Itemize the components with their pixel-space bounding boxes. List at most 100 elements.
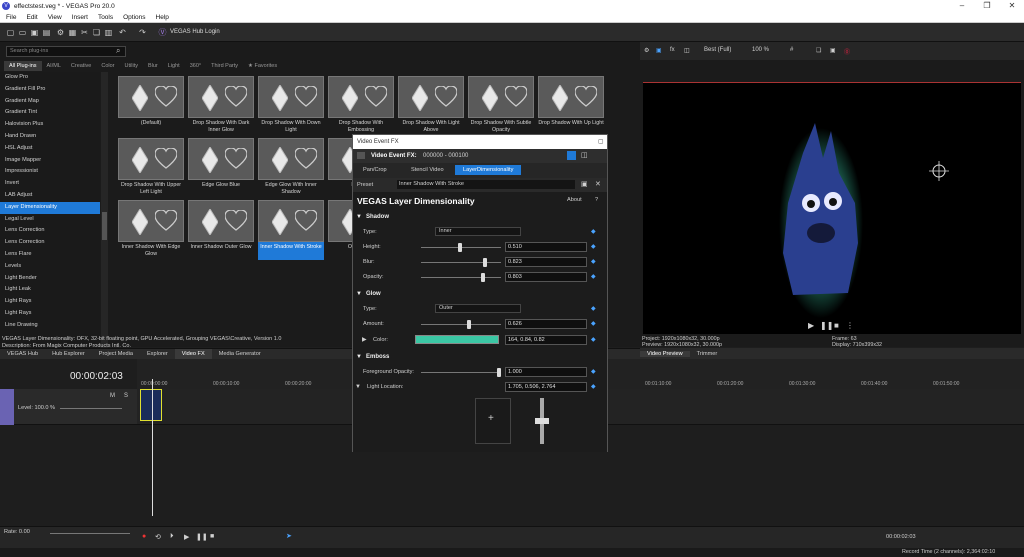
loop-icon[interactable]: ⟲ <box>155 533 161 541</box>
copy-snapshot-icon[interactable]: ❏ <box>816 47 821 54</box>
tab-explorer[interactable]: Explorer <box>140 349 175 360</box>
preset-thumbnail[interactable]: Drop Shadow With Up Light <box>538 76 604 136</box>
tab-media-generator[interactable]: Media Generator <box>212 349 268 360</box>
preview-quality-select[interactable]: Best (Full) <box>704 47 731 53</box>
shadow-type-select[interactable]: Inner <box>435 227 521 236</box>
glow-color-swatch[interactable] <box>415 335 499 344</box>
fx-dialog-close-icon[interactable]: ▢ <box>598 138 604 145</box>
plugin-list-item[interactable]: Levels <box>0 261 100 273</box>
plugin-list-item[interactable]: Invert <box>0 178 100 190</box>
plugin-search-input[interactable]: Search plug-ins <box>6 46 126 57</box>
close-icon[interactable]: ✕ <box>1000 0 1024 12</box>
foreground-opacity-slider[interactable] <box>421 368 501 377</box>
plugin-list-item[interactable]: Light Bender <box>0 273 100 285</box>
plugin-list-item[interactable]: Impressionist <box>0 166 100 178</box>
preview-screen[interactable] <box>643 82 1021 334</box>
timeline-pause-icon[interactable]: ❚❚ <box>196 533 208 541</box>
plugin-list-item[interactable]: Light Leak <box>0 284 100 296</box>
plugin-list-item[interactable]: HSL Adjust <box>0 143 100 155</box>
menu-help[interactable]: Help <box>156 14 169 21</box>
glow-section[interactable]: ▼ Glow <box>353 289 607 300</box>
menu-tools[interactable]: Tools <box>98 14 113 21</box>
help-button[interactable]: ? <box>595 197 598 203</box>
tab-video-preview[interactable]: Video Preview <box>640 350 690 357</box>
tab-light[interactable]: Light <box>163 61 185 71</box>
preset-thumbnail[interactable]: (Default) <box>118 76 184 136</box>
stop-icon[interactable]: ■ <box>834 321 839 330</box>
keyframe-icon[interactable]: ◆ <box>591 258 599 266</box>
track-level[interactable]: Level: 100.0 % <box>18 405 55 411</box>
plugin-list-scrollbar[interactable] <box>101 72 108 364</box>
plugin-list-item[interactable]: Image Mapper <box>0 155 100 167</box>
keyframe-icon[interactable]: ◆ <box>591 336 599 344</box>
open-folder-icon[interactable]: ▭ <box>18 28 27 37</box>
timeline-play-icon[interactable]: ▶ <box>184 533 189 541</box>
plugin-list-item[interactable]: Hand Drawn <box>0 131 100 143</box>
plugin-list-item[interactable]: Light Rays <box>0 296 100 308</box>
glow-color-field[interactable]: 164, 0.84, 0.82 <box>505 335 587 345</box>
menu-insert[interactable]: Insert <box>72 14 88 21</box>
expand-icon[interactable]: ▶ <box>362 336 367 343</box>
preset-thumbnail[interactable]: Edge Glow Blue <box>188 138 254 198</box>
preset-thumbnail[interactable]: Drop Shadow With Upper Left Light <box>118 138 184 198</box>
preset-thumbnail[interactable]: Drop Shadow With Subtle Opacity <box>468 76 534 136</box>
preset-thumbnail[interactable]: Inner Shadow Outer Glow <box>188 200 254 260</box>
maximize-icon[interactable]: ❐ <box>975 0 999 12</box>
preset-thumbnail[interactable]: Inner Shadow With Edge Glow <box>118 200 184 260</box>
tab-video-fx[interactable]: Video FX <box>174 348 212 360</box>
preset-thumbnail[interactable]: Edge Glow With Inner Shadow <box>258 138 324 198</box>
undo-icon[interactable]: ↶ <box>118 28 127 37</box>
play-icon[interactable]: ▶ <box>808 321 814 330</box>
hub-icon[interactable]: Ⓥ <box>158 28 167 37</box>
tab-hub-explorer[interactable]: Hub Explorer <box>45 349 92 360</box>
level-slider[interactable] <box>60 408 122 409</box>
keyframe-icon[interactable]: ◆ <box>591 368 599 376</box>
grid-icon[interactable]: # <box>790 47 793 53</box>
tab-third-party[interactable]: Third Party <box>206 61 243 71</box>
properties-icon[interactable]: ▦ <box>68 28 77 37</box>
shadow-height-slider[interactable] <box>421 243 501 252</box>
play-from-start-icon[interactable]: ⏵ <box>170 533 174 541</box>
external-monitor-icon[interactable]: ▣ <box>656 47 662 54</box>
light-depth-slider[interactable] <box>535 398 549 444</box>
shadow-opacity-slider[interactable] <box>421 273 501 282</box>
plugin-list-item[interactable]: Lens Correction <box>0 237 100 249</box>
preset-thumbnail[interactable]: Inner Shadow With Stroke <box>258 200 324 260</box>
plugin-list-item[interactable]: Layer Dimensionality <box>0 201 100 214</box>
options-icon[interactable]: ⋮ <box>846 321 854 330</box>
normal-edit-tool-icon[interactable]: ➤ <box>286 532 292 540</box>
shadow-section[interactable]: ▼ Shadow <box>353 212 607 223</box>
tab-creative[interactable]: Creative <box>66 61 96 71</box>
menu-options[interactable]: Options <box>123 14 145 21</box>
save-snapshot-icon[interactable]: ▣ <box>830 47 836 54</box>
shadow-blur-slider[interactable] <box>421 258 501 267</box>
fx-chain-item-pancrop[interactable]: Pan/Crop <box>363 167 387 173</box>
glow-amount-slider[interactable] <box>421 320 501 329</box>
paste-icon[interactable]: ▥ <box>104 28 113 37</box>
tab-blur[interactable]: Blur <box>143 61 163 71</box>
light-location-field[interactable]: 1.705, 0.506, 2.764 <box>505 382 587 392</box>
cut-icon[interactable]: ✂ <box>80 28 89 37</box>
tab-favorites[interactable]: ★ Favorites <box>243 61 282 71</box>
tab-color[interactable]: Color <box>96 61 119 71</box>
tab-trimmer[interactable]: Trimmer <box>690 351 725 357</box>
video-clip[interactable] <box>140 389 162 421</box>
menu-edit[interactable]: Edit <box>26 14 37 21</box>
tab-utility[interactable]: Utility <box>120 61 143 71</box>
save-preset-icon[interactable]: ▣ <box>581 180 588 188</box>
keyframe-icon[interactable]: ◆ <box>591 228 599 236</box>
plugin-list-item[interactable]: Light Rays <box>0 308 100 320</box>
tab-vegas-hub[interactable]: VEGAS Hub <box>0 349 45 360</box>
about-button[interactable]: About <box>567 197 582 203</box>
keyframe-icon[interactable]: ◆ <box>591 383 599 391</box>
keyframe-icon[interactable]: ◆ <box>591 243 599 251</box>
plugin-list-item[interactable]: Gradient Fill Pro <box>0 84 100 96</box>
plugin-list-item[interactable]: LAB Adjust <box>0 190 100 202</box>
plugin-list-item[interactable]: Halovision Plus <box>0 119 100 131</box>
copy-icon[interactable]: ❏ <box>92 28 101 37</box>
mute-button[interactable]: M <box>110 393 115 399</box>
light-location-pad[interactable]: + <box>475 398 511 444</box>
plugin-list-item[interactable]: Gradient Tint <box>0 107 100 119</box>
fx-chain-item-layerdim[interactable]: LayerDimensionality <box>455 165 522 175</box>
minimize-icon[interactable]: – <box>950 0 974 12</box>
